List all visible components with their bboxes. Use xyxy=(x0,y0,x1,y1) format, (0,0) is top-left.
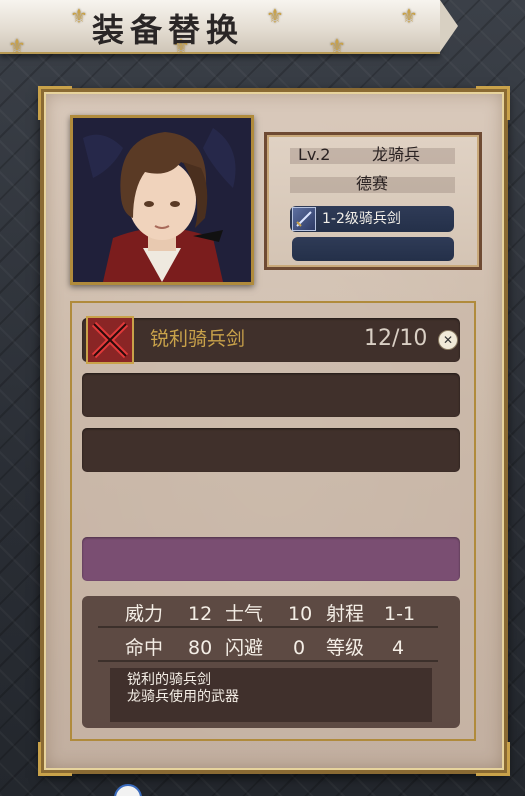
stat-value-power: 12 xyxy=(188,603,213,625)
item-description-title: 锐利的骑兵剑 xyxy=(127,672,211,688)
fleur-icon: ⚜ xyxy=(328,34,346,58)
stat-label-range: 射程 xyxy=(326,603,365,625)
accessory-slot[interactable] xyxy=(292,237,454,261)
close-icon[interactable]: ✕ xyxy=(438,330,458,350)
fleur-icon: ⚜ xyxy=(400,4,418,28)
fleur-icon: ⚜ xyxy=(266,4,284,28)
character-portrait xyxy=(70,115,254,285)
ornament-corner-icon xyxy=(476,742,510,776)
character-class: 龙骑兵 xyxy=(372,145,421,164)
ornament-corner-icon xyxy=(38,742,72,776)
stat-label-power: 威力 xyxy=(125,603,164,625)
character-level: Lv.2 xyxy=(298,145,331,164)
stat-value-grade: 4 xyxy=(392,637,405,659)
item-name: 锐利骑兵剑 xyxy=(150,328,246,350)
item-count: 12/10 xyxy=(364,326,428,351)
ornament-corner-icon xyxy=(476,86,510,120)
crossed-out-weapon-icon xyxy=(86,316,134,364)
stat-value-morale: 10 xyxy=(288,603,313,625)
page-title: 装备替换 xyxy=(92,11,245,49)
stat-label-evade: 闪避 xyxy=(225,637,264,659)
title-banner-tip xyxy=(440,0,458,52)
list-item[interactable] xyxy=(82,373,460,417)
ornament-corner-icon xyxy=(38,86,72,120)
weapon-slot-label: 1-2级骑兵剑 xyxy=(322,211,401,227)
sword-icon xyxy=(292,207,316,231)
stat-value-range: 1-1 xyxy=(384,603,416,625)
stat-divider xyxy=(98,626,438,628)
hint-icon[interactable] xyxy=(114,784,142,796)
fleur-icon: ⚜ xyxy=(8,34,26,58)
portrait-illustration xyxy=(73,118,251,282)
stat-label-hit: 命中 xyxy=(125,637,164,659)
stat-label-morale: 士气 xyxy=(225,603,264,625)
list-item[interactable] xyxy=(82,428,460,472)
game-screen: ⚜ ⚜ ⚜ ⚜ ⚜ ⚜ 装备替换 Lv.2 龙骑兵 德赛 1-2级骑兵剑 锐利骑… xyxy=(0,0,525,796)
stat-value-hit: 80 xyxy=(188,637,213,659)
fleur-icon: ⚜ xyxy=(70,4,88,28)
stat-label-grade: 等级 xyxy=(326,637,365,659)
item-description-text: 龙骑兵使用的武器 xyxy=(127,689,239,705)
stat-value-evade: 0 xyxy=(293,637,306,659)
stat-divider xyxy=(98,660,438,662)
character-name: 德赛 xyxy=(356,174,389,193)
selected-item-bar[interactable] xyxy=(82,537,460,581)
